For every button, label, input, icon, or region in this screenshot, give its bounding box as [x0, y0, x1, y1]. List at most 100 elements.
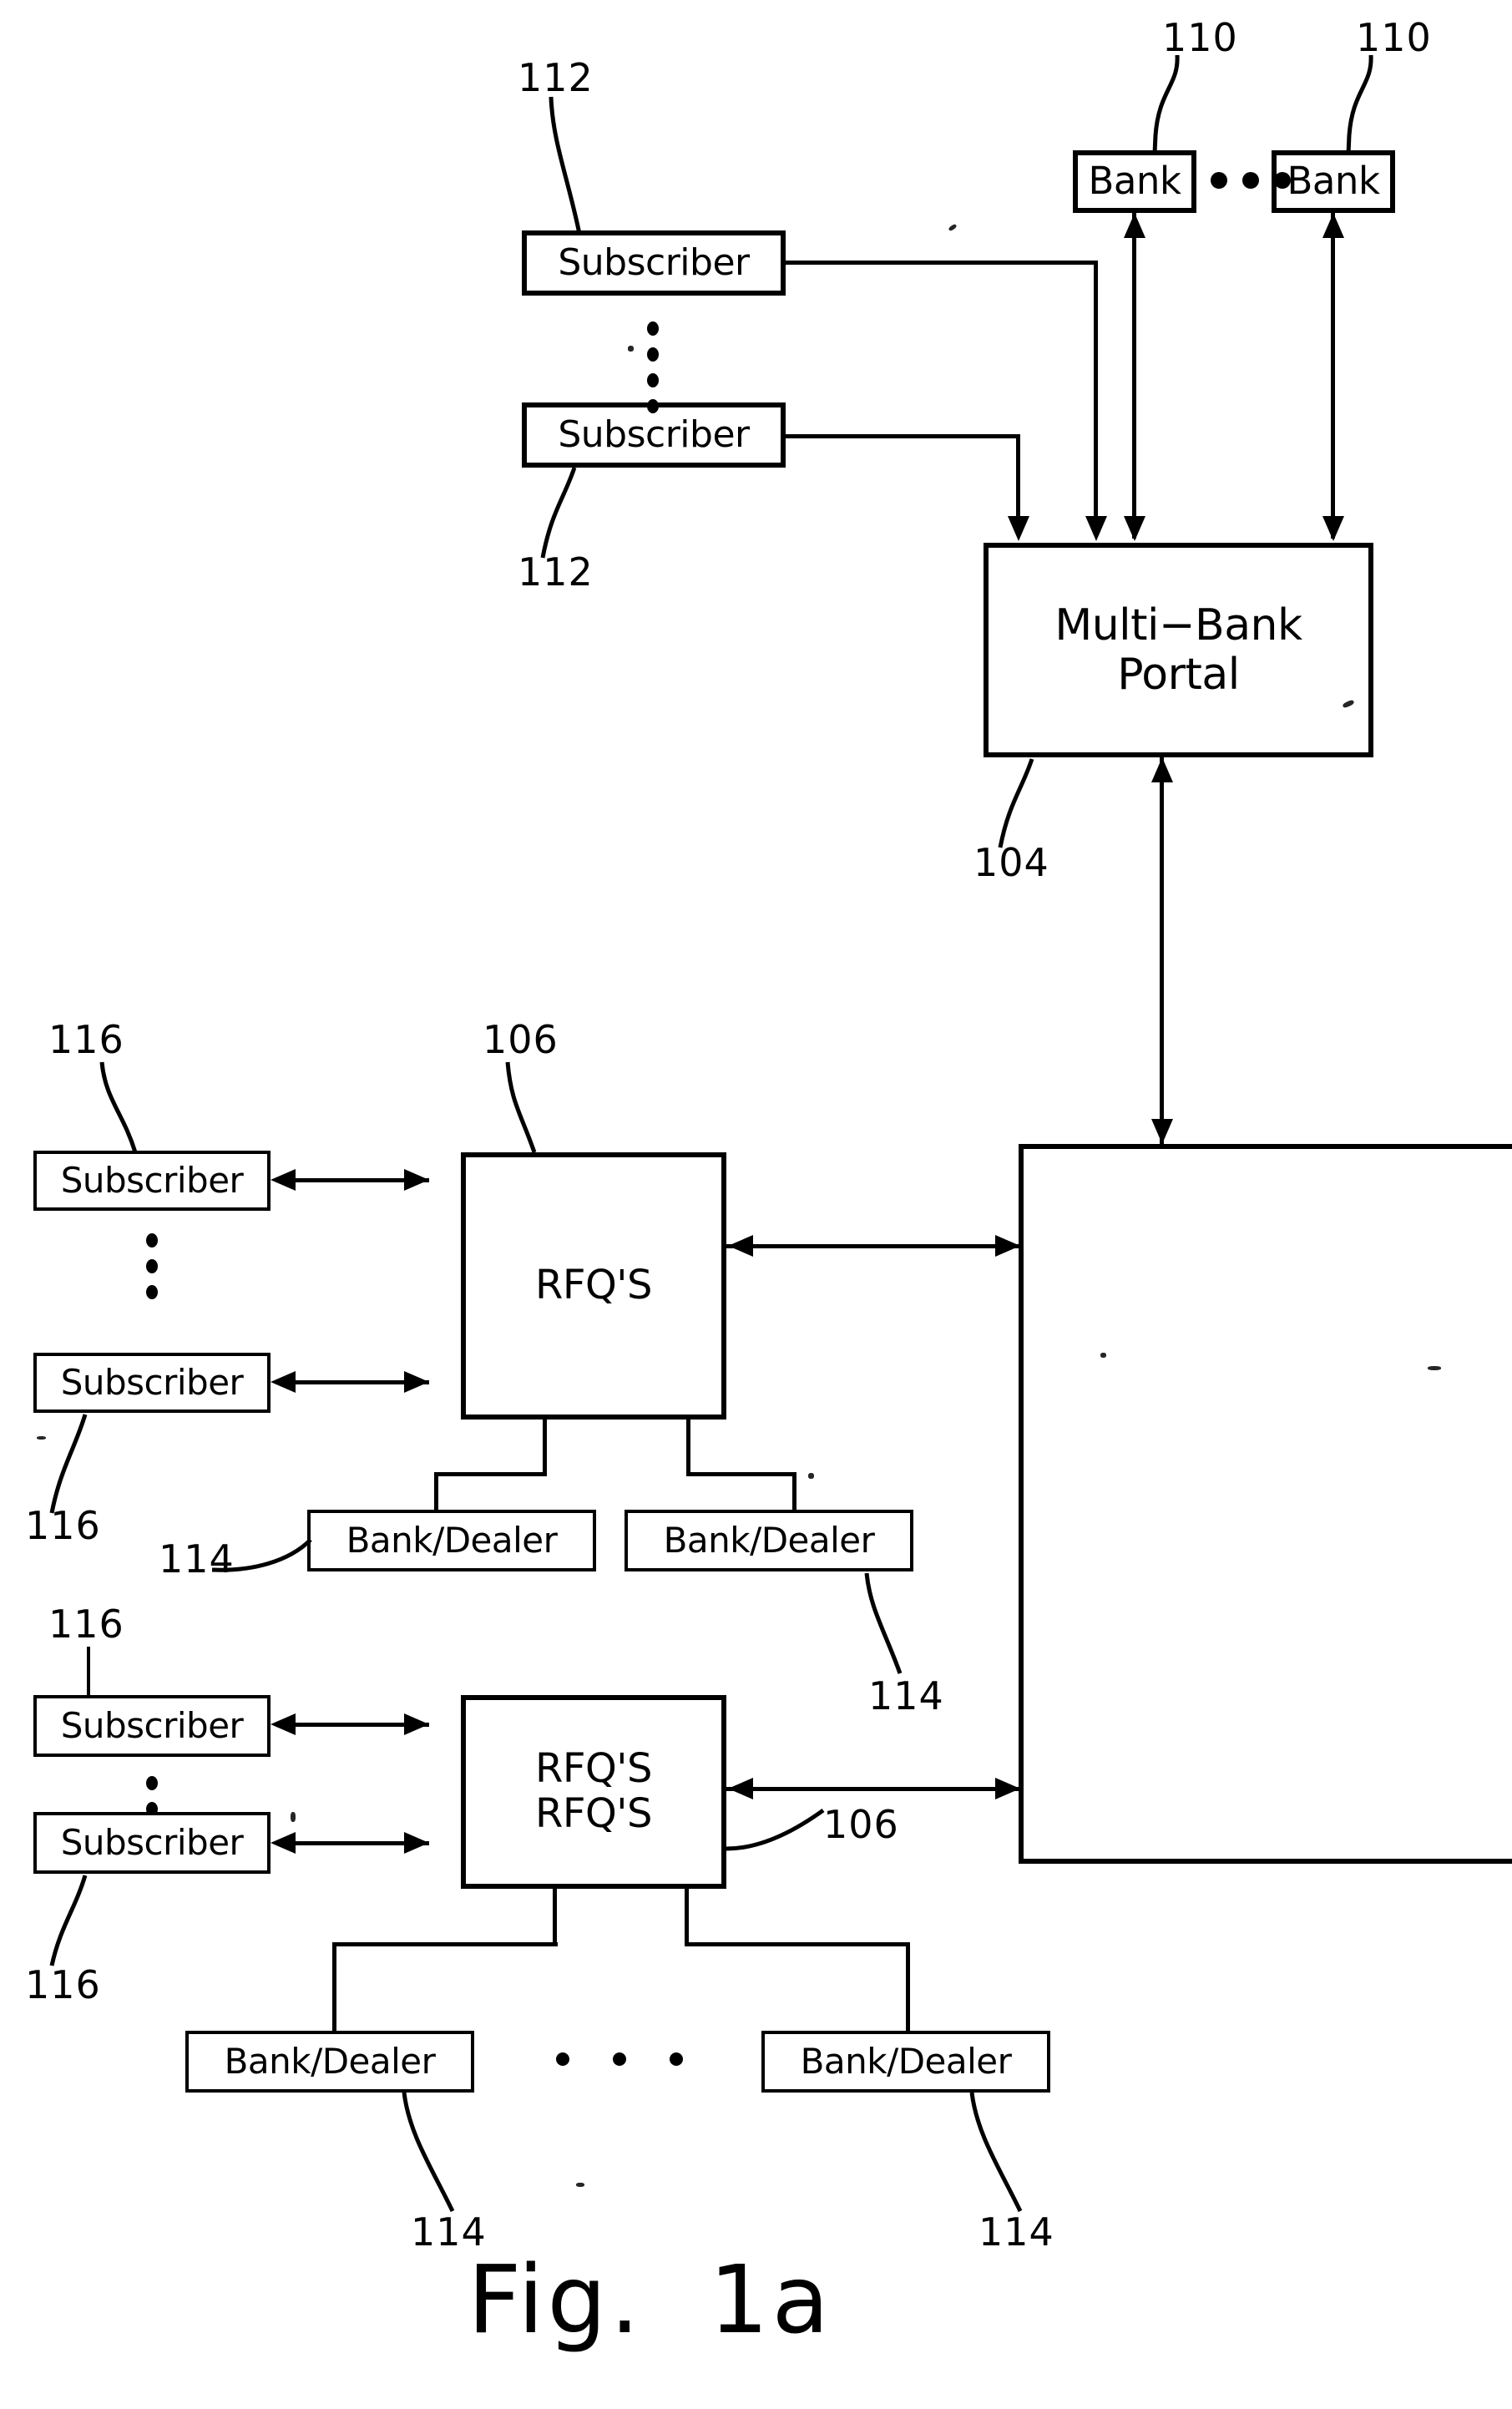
arrowhead-portal-to-panel	[1151, 1119, 1173, 1144]
node-multi-bank-portal[interactable]: Multi−Bank Portal	[984, 543, 1373, 757]
node-subscriber-top-1-label: Subscriber	[558, 241, 750, 285]
figure-caption: Fig. 1a	[468, 2246, 833, 2355]
node-subscriber-top-2-label: Subscriber	[558, 413, 750, 457]
node-bank-dealer-mid-2[interactable]: Bank/Dealer	[625, 1510, 913, 1571]
arrowhead-rfqs-to-subscriber-mid-2	[271, 1371, 296, 1393]
node-subscriber-mid-1-label: Subscriber	[60, 1160, 244, 1202]
arrowhead-rfqs-to-subscriber-low-1	[271, 1713, 296, 1735]
wire-rfqs-lower-branch-right-vertical	[685, 1889, 689, 1946]
scan-speck	[37, 1436, 46, 1440]
leader-line-106-upper	[505, 1061, 537, 1153]
leader-line-114-b	[864, 1572, 903, 1674]
node-bank-dealer-low-1-label: Bank/Dealer	[224, 2041, 436, 2083]
leader-line-116-c	[87, 1647, 90, 1698]
wire-rfqs-lower-branch-right-horizontal	[685, 1942, 910, 1946]
wire-subscriber-top-2-vertical	[1016, 434, 1020, 526]
wire-rfqs-upper-branch-left-vertical	[543, 1420, 547, 1476]
node-subscriber-top-1[interactable]: Subscriber	[522, 230, 786, 296]
node-subscriber-mid-2[interactable]: Subscriber	[33, 1353, 271, 1413]
arrowhead-panel-to-portal	[1151, 757, 1173, 782]
scan-speck	[628, 346, 634, 352]
node-subscriber-low-1-label: Subscriber	[60, 1705, 244, 1747]
node-bank-dealer-mid-2-label: Bank/Dealer	[663, 1520, 875, 1561]
arrowhead-panel-to-rfqs-lower	[728, 1778, 753, 1799]
arrowhead-portal-to-bank-right	[1322, 213, 1344, 238]
node-bank-right-label: Bank	[1287, 159, 1380, 204]
wire-rfqs-upper-branch-left-horizontal	[434, 1472, 547, 1476]
leader-line-110-left	[1152, 54, 1180, 154]
leader-line-110-right	[1346, 54, 1373, 154]
wire-rfqs-upper-branch-right-vertical	[686, 1420, 690, 1476]
wire-portal-right-panel	[1160, 757, 1164, 1144]
node-bank-dealer-mid-1-label: Bank/Dealer	[346, 1520, 558, 1561]
node-subscriber-low-2-label: Subscriber	[60, 1822, 244, 1864]
wire-branch-to-bank-dealer-low-1	[332, 1942, 336, 2034]
reference-numeral-112-bottom: 112	[518, 549, 594, 595]
reference-numeral-116-c: 116	[48, 1602, 124, 1647]
reference-numeral-114-a: 114	[159, 1536, 235, 1582]
arrowhead-bank-right-to-portal	[1322, 516, 1344, 541]
node-bank-dealer-low-2[interactable]: Bank/Dealer	[761, 2031, 1050, 2093]
node-multi-bank-portal-label: Multi−Bank Portal	[1054, 600, 1302, 700]
wire-subscriber-top-1-horizontal	[786, 261, 1098, 265]
wire-branch-to-bank-dealer-mid-2	[792, 1472, 796, 1511]
leader-line-114-d	[969, 2092, 1023, 2213]
node-subscriber-low-1[interactable]: Subscriber	[33, 1695, 271, 1757]
scan-speck	[1428, 1366, 1441, 1370]
wire-bank-right-portal	[1331, 213, 1335, 539]
arrowhead-subscriber-mid-1-to-rfqs	[404, 1169, 429, 1191]
ellipsis-between-subscribers-top	[647, 316, 659, 419]
wire-rfqs-lower-branch-left-vertical	[553, 1889, 557, 1946]
node-bank-dealer-mid-1[interactable]: Bank/Dealer	[307, 1510, 596, 1571]
node-bank-left[interactable]: Bank	[1073, 150, 1196, 213]
scan-speck	[576, 2183, 584, 2187]
arrowhead-rfqs-lower-to-panel	[995, 1778, 1020, 1799]
leader-line-106-lower	[726, 1808, 825, 1851]
arrowhead-subscriber-low-2-to-rfqs	[404, 1832, 429, 1854]
node-subscriber-mid-2-label: Subscriber	[60, 1362, 244, 1404]
arrowhead-subscriber-top-1-into-portal	[1085, 516, 1107, 541]
wire-rfqs-upper-branch-right-horizontal	[686, 1472, 796, 1476]
ellipsis-between-subscribers-mid	[146, 1227, 158, 1305]
leader-line-114-c	[402, 2092, 455, 2213]
scan-speck	[1100, 1353, 1106, 1358]
node-bank-dealer-low-2-label: Bank/Dealer	[800, 2041, 1012, 2083]
scan-speck	[808, 1473, 814, 1479]
node-rfqs-lower[interactable]: RFQ'S RFQ'S	[461, 1695, 726, 1889]
node-bank-dealer-low-1[interactable]: Bank/Dealer	[185, 2031, 474, 2093]
arrowhead-subscriber-mid-2-to-rfqs	[404, 1371, 429, 1393]
wire-branch-to-bank-dealer-low-2	[906, 1942, 910, 2034]
arrowhead-rfqs-upper-to-panel	[995, 1235, 1020, 1257]
leader-line-112-top	[549, 96, 582, 235]
node-bank-left-label: Bank	[1088, 159, 1181, 204]
reference-numeral-106-lower: 106	[823, 1802, 899, 1847]
reference-numeral-116-b: 116	[25, 1503, 101, 1548]
node-rfqs-lower-label: RFQ'S RFQ'S	[535, 1745, 652, 1837]
node-right-panel[interactable]	[1019, 1144, 1512, 1864]
arrowhead-panel-to-rfqs-upper	[728, 1235, 753, 1257]
reference-numeral-104: 104	[973, 840, 1049, 885]
ellipsis-between-bank-dealers	[534, 2052, 705, 2066]
ellipsis-between-banks	[1203, 172, 1298, 189]
reference-numeral-116-d: 116	[25, 1962, 101, 2007]
reference-numeral-114-d: 114	[979, 2209, 1054, 2255]
leader-line-116-a	[99, 1061, 138, 1153]
node-rfqs-upper-label: RFQ'S	[535, 1262, 652, 1309]
wire-branch-to-bank-dealer-mid-1	[434, 1472, 438, 1511]
leader-line-116-d	[49, 1875, 88, 1966]
wire-bank-left-portal	[1132, 213, 1136, 539]
reference-numeral-106-upper: 106	[483, 1017, 559, 1062]
scan-speck	[948, 223, 958, 232]
scan-speck	[291, 1812, 296, 1822]
wire-subscriber-top-1-vertical	[1094, 261, 1098, 526]
wire-rfqs-lower-branch-left-horizontal	[332, 1942, 558, 1946]
reference-numeral-114-b: 114	[868, 1673, 944, 1718]
wire-subscriber-top-2-horizontal	[786, 434, 1020, 438]
node-subscriber-low-2[interactable]: Subscriber	[33, 1812, 271, 1874]
node-subscriber-mid-1[interactable]: Subscriber	[33, 1151, 271, 1211]
arrowhead-subscriber-low-1-to-rfqs	[404, 1713, 429, 1735]
arrowhead-bank-left-to-portal	[1124, 516, 1145, 541]
arrowhead-subscriber-top-2-into-portal	[1008, 516, 1029, 541]
node-rfqs-upper[interactable]: RFQ'S	[461, 1152, 726, 1420]
wire-rfqs-upper-panel	[726, 1244, 1020, 1248]
